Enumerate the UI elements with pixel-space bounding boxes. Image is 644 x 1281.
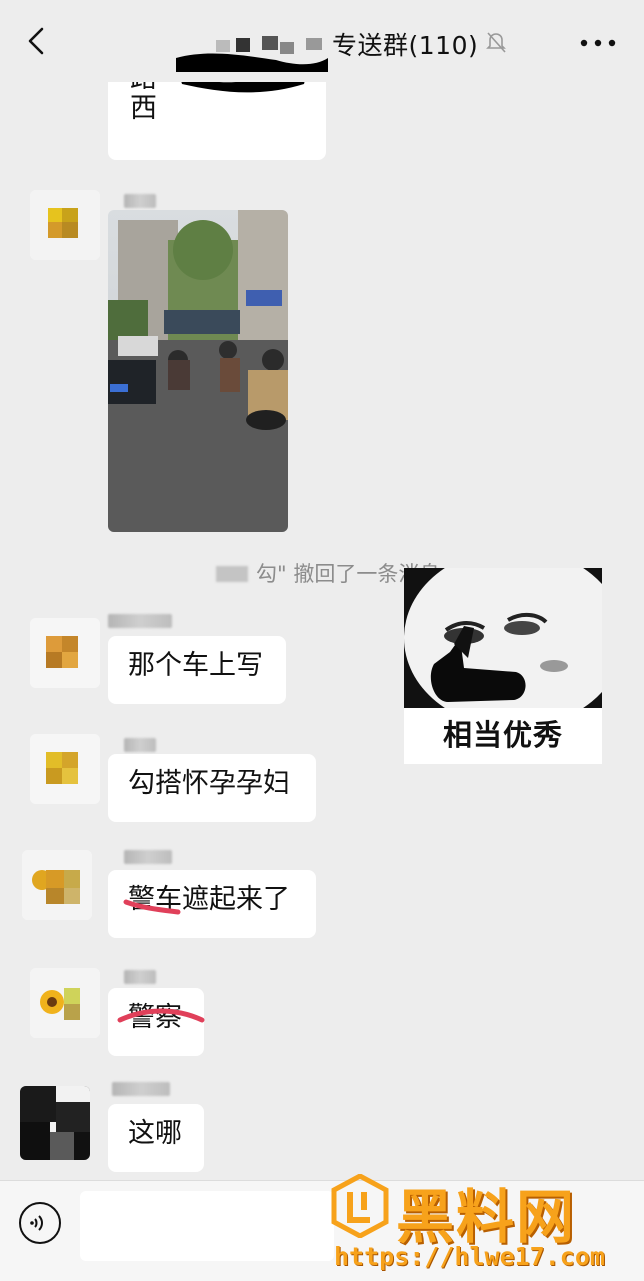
avatar[interactable] xyxy=(22,850,92,920)
message-bubble[interactable]: 警察 xyxy=(108,988,205,1056)
message-bubble[interactable]: 这哪 xyxy=(108,1104,204,1172)
back-arrow-icon[interactable] xyxy=(22,26,52,56)
sender-name-redacted xyxy=(124,738,156,752)
sender-name-redacted xyxy=(124,970,156,984)
watermark-url: https://hlwe17.com xyxy=(334,1242,605,1271)
group-name: 专送群(110) xyxy=(332,31,479,60)
message-input[interactable] xyxy=(80,1191,334,1261)
avatar[interactable] xyxy=(20,1086,90,1160)
message-bubble[interactable]: 勾搭怀孕孕妇 xyxy=(108,754,316,822)
sender-name-redacted xyxy=(124,850,172,864)
avatar[interactable] xyxy=(30,618,100,688)
avatar[interactable] xyxy=(30,190,100,260)
sender-name-redacted xyxy=(112,1082,170,1096)
message-bubble-partial[interactable]: 路西 xyxy=(108,82,326,160)
watermark-logo-icon xyxy=(331,1174,389,1238)
muted-bell-icon xyxy=(486,32,506,53)
sticker-thumbs-up[interactable]: 相当优秀 xyxy=(404,568,602,764)
more-options-icon[interactable] xyxy=(578,38,618,48)
message-bubble[interactable]: 警车遮起来了 xyxy=(108,870,316,938)
red-strike-mark xyxy=(123,899,181,915)
avatar[interactable] xyxy=(30,968,100,1038)
red-strike-mark xyxy=(117,1008,205,1023)
street-photo-message[interactable] xyxy=(108,210,288,532)
recall-notice-redaction xyxy=(216,566,248,582)
sender-name-redacted xyxy=(108,614,172,628)
voice-input-icon[interactable] xyxy=(18,1201,62,1245)
chat-header: \u2588\u2588\u2588\u2588专送群(110) xyxy=(0,0,644,82)
chat-message-list[interactable]: 路西 xyxy=(0,82,644,1180)
message-text-partial: 路西 xyxy=(130,82,157,124)
sender-name-redacted xyxy=(124,194,156,208)
sticker-caption: 相当优秀 xyxy=(442,718,563,752)
message-bubble[interactable]: 那个车上写 xyxy=(108,636,286,704)
avatar[interactable] xyxy=(30,734,100,804)
site-watermark: 黑料网 https://hlwe17.com xyxy=(330,1170,640,1278)
title-redaction-mask xyxy=(176,36,328,72)
